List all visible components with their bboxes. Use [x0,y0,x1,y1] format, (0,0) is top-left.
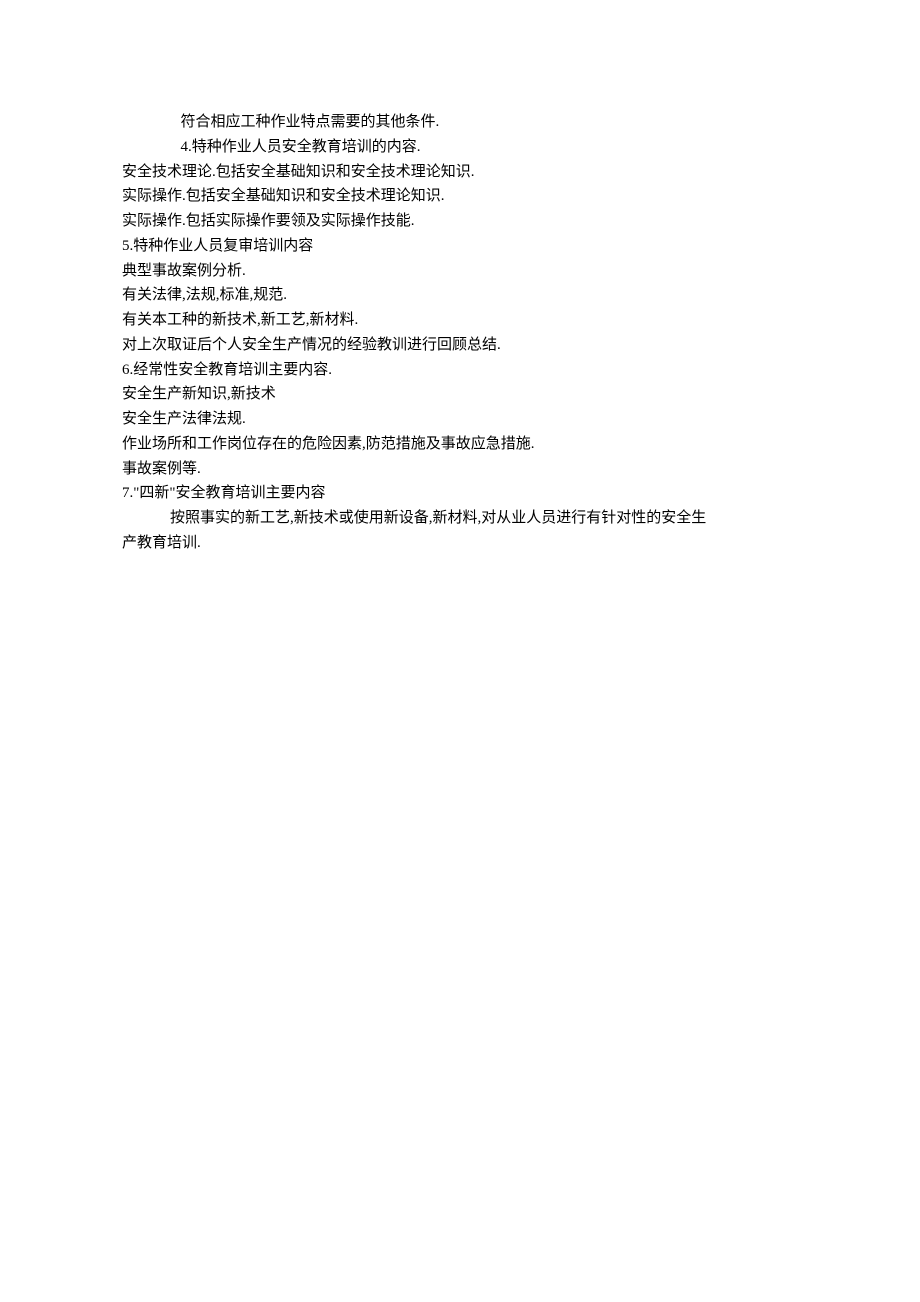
text-line: 对上次取证后个人安全生产情况的经验教训进行回顾总结. [122,333,810,358]
text-line: 实际操作.包括安全基础知识和安全技术理论知识. [122,184,810,209]
document-content: 符合相应工种作业特点需要的其他条件. 4.特种作业人员安全教育培训的内容. 安全… [122,110,810,556]
text-line: 安全生产法律法规. [122,407,810,432]
text-line: 有关本工种的新技术,新工艺,新材料. [122,308,810,333]
text-line: 作业场所和工作岗位存在的危险因素,防范措施及事故应急措施. [122,432,810,457]
text-line: 安全技术理论.包括安全基础知识和安全技术理论知识. [122,160,810,185]
text-line: 按照事实的新工艺,新技术或使用新设备,新材料,对从业人员进行有针对性的安全生 [122,506,810,531]
text-line: 典型事故案例分析. [122,259,810,284]
text-line: 4.特种作业人员安全教育培训的内容. [122,135,810,160]
text-line: 事故案例等. [122,457,810,482]
text-line: 有关法律,法规,标准,规范. [122,283,810,308]
text-line: 5.特种作业人员复审培训内容 [122,234,810,259]
text-line: 符合相应工种作业特点需要的其他条件. [122,110,810,135]
text-line: 6.经常性安全教育培训主要内容. [122,358,810,383]
text-line: 实际操作.包括实际操作要领及实际操作技能. [122,209,810,234]
text-line: 产教育培训. [122,531,810,556]
text-line: 7."四新"安全教育培训主要内容 [122,481,810,506]
text-line: 安全生产新知识,新技术 [122,382,810,407]
